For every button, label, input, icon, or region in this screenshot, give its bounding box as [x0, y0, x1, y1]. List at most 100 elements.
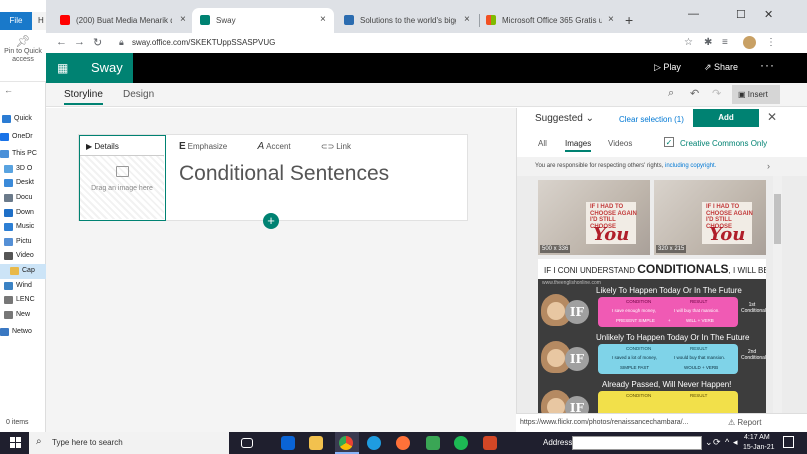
emphasize-button[interactable]: E Emphasize [179, 141, 241, 152]
firefox-icon[interactable] [396, 436, 410, 450]
undo-icon[interactable]: ↶ [690, 87, 699, 100]
creative-commons-checkbox[interactable]: ✓ [664, 137, 674, 147]
close-tab-icon[interactable]: × [464, 14, 470, 25]
image-result[interactable]: IF I HAD TO CHOOSE AGAIN I'D STILL CHOOS… [654, 180, 766, 255]
copyright-link[interactable]: including copyright. [665, 163, 716, 169]
card-heading[interactable]: Conditional Sentences [179, 162, 389, 186]
link-icon: ⊂⊃ [320, 142, 335, 151]
extensions-icon[interactable]: ✱ [704, 37, 712, 48]
tab-videos[interactable]: Videos [608, 139, 632, 148]
edge-icon[interactable] [367, 436, 381, 450]
spotify-icon[interactable] [454, 436, 468, 450]
tree-item[interactable]: 3D O [0, 162, 46, 177]
play-button[interactable]: ▷ Play [654, 62, 681, 73]
maximize-icon[interactable]: ☐ [736, 8, 746, 21]
close-tab-icon[interactable]: × [320, 14, 326, 25]
explorer-file-tab[interactable]: File [0, 12, 32, 30]
suggested-dropdown[interactable]: Suggested ⌄ [535, 113, 594, 124]
chrome-icon[interactable] [339, 436, 353, 450]
title-card[interactable]: ▶ Details Drag an image here E Emphasize … [78, 134, 468, 221]
close-tab-icon[interactable]: × [608, 14, 614, 25]
bookmark-star-icon[interactable]: ☆ [684, 37, 693, 48]
tree-item[interactable]: Down [0, 206, 46, 221]
windows-start-icon[interactable] [10, 437, 22, 449]
browser-tab-sway[interactable]: Sway × [192, 8, 334, 33]
explorer-home-tab[interactable]: H [38, 12, 44, 30]
mail-icon[interactable] [281, 436, 295, 450]
image-result-infographic[interactable]: IF I CONI UNDERSTAND CONDITIONALS, I WIL… [538, 259, 766, 413]
tree-item[interactable]: New [0, 308, 46, 323]
volume-icon[interactable]: ◂ [733, 437, 738, 448]
share-button[interactable]: ⇗ Share [704, 62, 738, 73]
powerpoint-icon[interactable] [483, 436, 497, 450]
report-button[interactable]: ⚠ Report [728, 418, 761, 427]
tray-overflow-icon[interactable]: ^ [725, 437, 729, 447]
tab-storyline[interactable]: Storyline [64, 89, 103, 105]
band-box: CONDITION RESULT I saved a lot of money, I… [598, 344, 738, 374]
scrollbar-thumb[interactable] [774, 194, 781, 244]
results-scrollbar[interactable] [773, 176, 782, 413]
clear-selection-link[interactable]: Clear selection (1) [619, 115, 684, 124]
details-toggle[interactable]: ▶ Details [86, 142, 119, 151]
tab-all[interactable]: All [538, 139, 547, 148]
more-options-icon[interactable]: ··· [760, 58, 775, 72]
tree-item[interactable]: Quick [0, 112, 46, 127]
clock-time[interactable]: 4:17 AM [744, 434, 770, 441]
tab-images[interactable]: Images [565, 139, 592, 152]
image-dropzone[interactable]: Drag an image here [80, 156, 164, 219]
add-card-button[interactable]: + [263, 213, 279, 229]
explorer-back-icon[interactable]: ← [4, 85, 13, 95]
reload-icon[interactable]: ↻ [93, 36, 102, 49]
close-window-icon[interactable]: ✕ [764, 8, 773, 21]
notice-lead: You are responsible for respecting other… [535, 163, 665, 169]
accent-button[interactable]: A Accent [257, 141, 304, 152]
close-panel-icon[interactable]: ✕ [767, 110, 777, 124]
tree-item[interactable]: Pictu [0, 235, 46, 250]
tree-item[interactable]: Docu [0, 191, 46, 206]
chevron-right-icon[interactable]: › [767, 161, 770, 171]
reading-list-icon[interactable]: ≡ [722, 37, 728, 48]
refresh-icon[interactable]: ⟳ [713, 437, 721, 448]
redo-icon[interactable]: ↷ [712, 87, 721, 100]
close-tab-icon[interactable]: × [180, 14, 186, 25]
folder-icon [4, 164, 13, 173]
task-view-icon[interactable] [241, 438, 253, 448]
add-button[interactable]: Add [693, 109, 759, 127]
address-toolbar-input[interactable] [572, 436, 702, 450]
tree-item[interactable]: LENC [0, 293, 46, 308]
profile-avatar[interactable] [743, 36, 756, 49]
link-button[interactable]: ⊂⊃ Link [321, 142, 365, 151]
search-icon[interactable]: ⌕ [668, 87, 674, 100]
new-tab-icon[interactable]: + [625, 12, 633, 28]
clock-date[interactable]: 15-Jan-21 [743, 444, 775, 451]
browser-menu-icon[interactable]: ⋮ [766, 37, 776, 48]
tree-item[interactable]: Netwo [0, 325, 46, 340]
pin-to-quick-access-button[interactable]: 📌︎ Pin to Quick access [0, 34, 46, 64]
browser-tab-microsoft-office[interactable]: Microsoft Office 365 Gratis untuk × [478, 8, 620, 33]
notification-icon[interactable] [783, 436, 794, 448]
forward-icon[interactable]: → [74, 36, 85, 48]
address-bar[interactable]: sway.office.com/SKEKTUppSSASPVUG [132, 38, 275, 47]
back-icon[interactable]: ← [56, 36, 67, 48]
lock-icon[interactable]: 🔒︎ [119, 37, 124, 48]
tree-item[interactable]: Cap [0, 263, 46, 279]
tree-item[interactable]: Video [0, 249, 46, 264]
taskbar-search-box[interactable]: ⌕ Type here to search [29, 432, 229, 454]
minimize-icon[interactable]: — [688, 8, 699, 20]
tab-design[interactable]: Design [123, 89, 154, 100]
browser-tab-solutions[interactable]: Solutions to the world's biggest × [336, 8, 478, 33]
tree-item[interactable]: This PC [0, 147, 46, 162]
image-source-url[interactable]: https://www.flickr.com/photos/renaissanc… [520, 419, 688, 426]
app-green-icon[interactable] [426, 436, 440, 450]
browser-tab-youtube[interactable]: (200) Buat Media Menarik dan In × [52, 8, 190, 33]
dropdown-icon[interactable]: ⌄ [705, 437, 713, 448]
tree-item[interactable]: Deskt [0, 176, 46, 191]
image-result[interactable]: IF I HAD TO CHOOSE AGAIN I'D STILL CHOOS… [538, 180, 650, 255]
tree-item[interactable]: OneDr [0, 130, 46, 145]
background-image-slot[interactable]: ▶ Details Drag an image here [79, 135, 166, 221]
app-launcher-button[interactable]: ▦ [46, 53, 79, 83]
insert-button[interactable]: ▣ Insert [732, 85, 780, 104]
tree-item[interactable]: Wind [0, 279, 46, 294]
tree-item[interactable]: Music [0, 220, 46, 235]
file-explorer-icon[interactable] [309, 436, 323, 450]
